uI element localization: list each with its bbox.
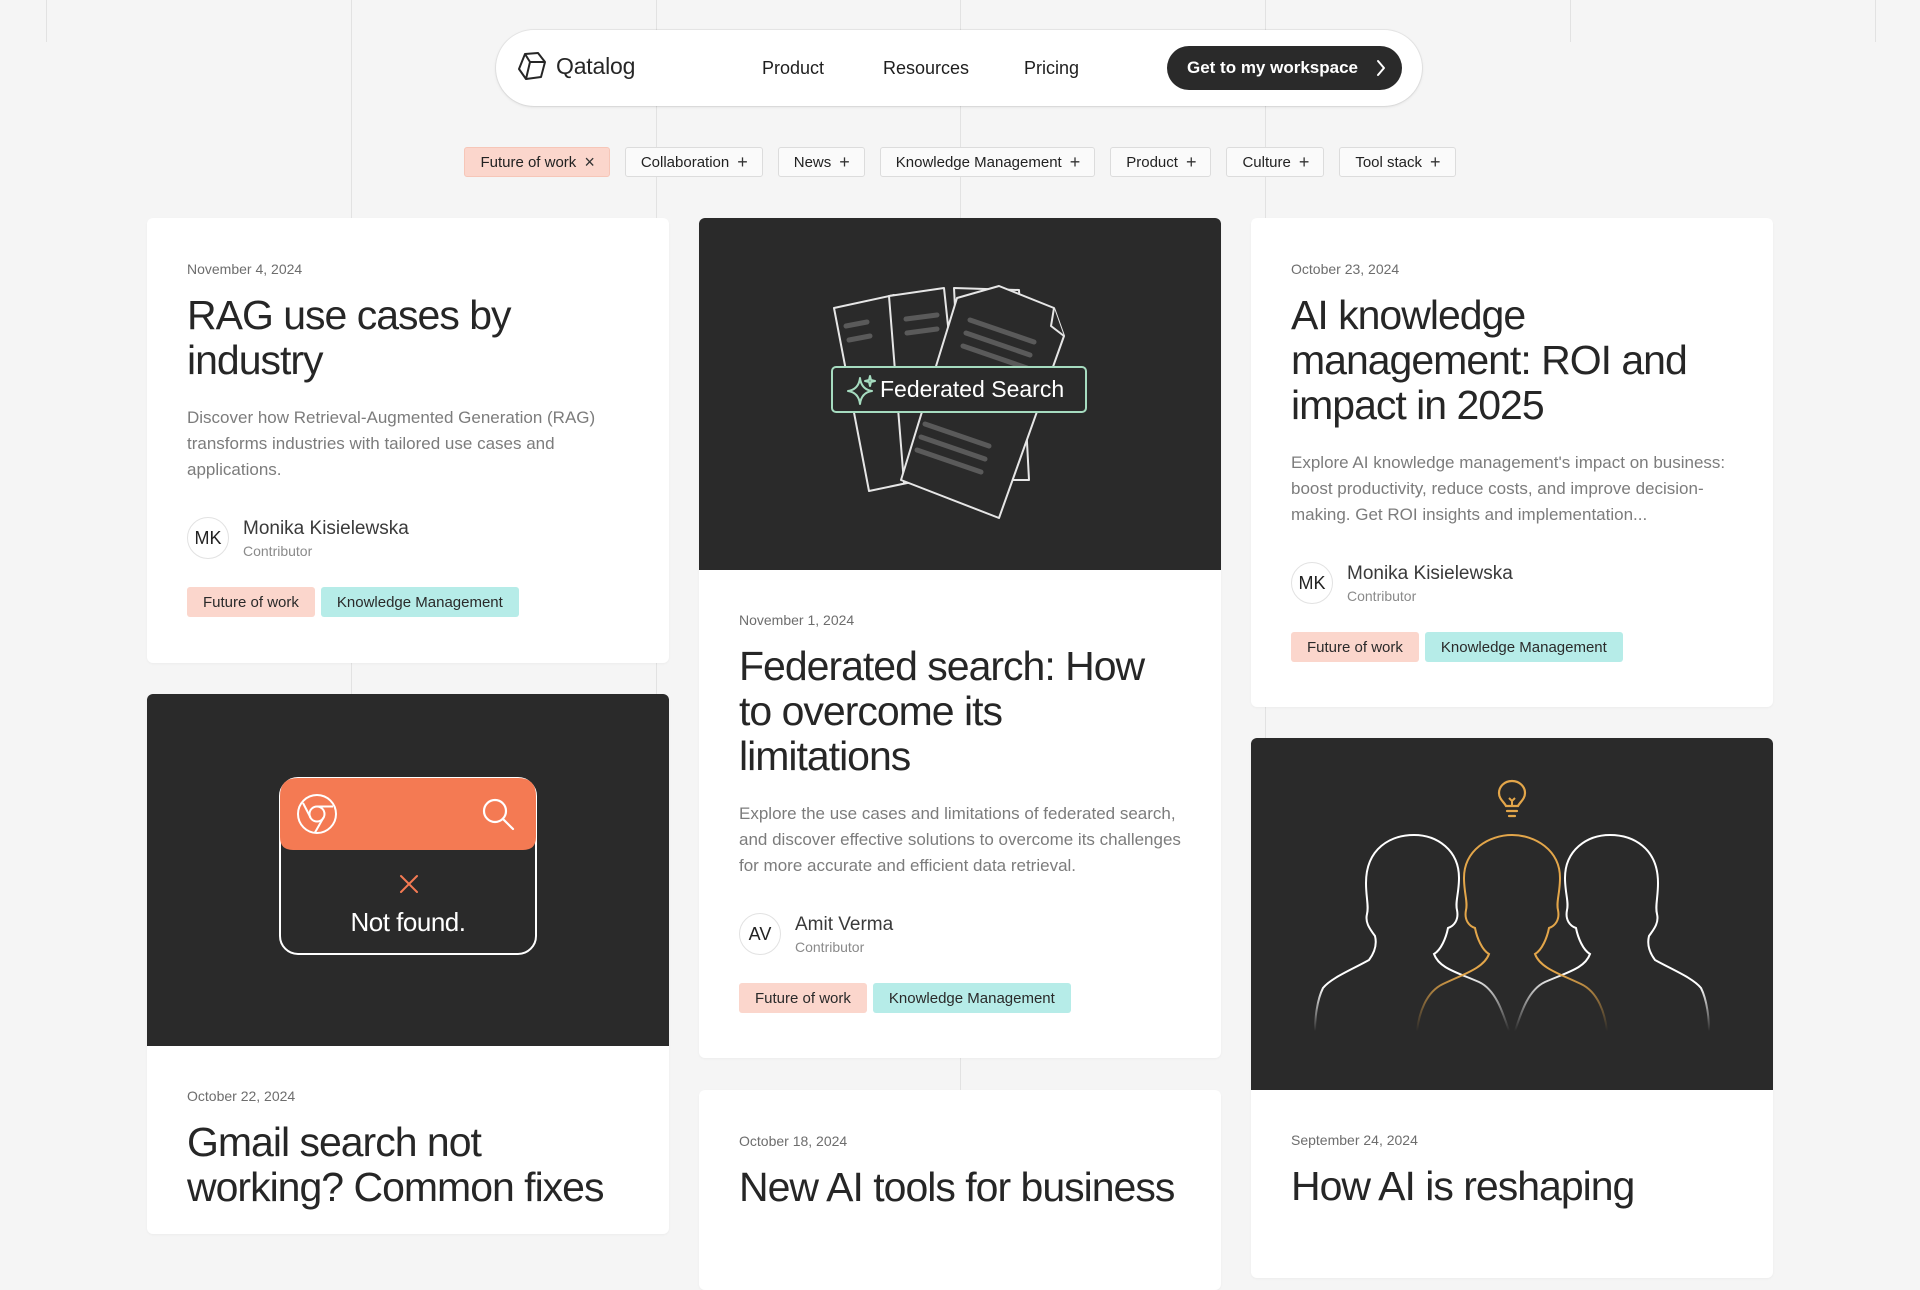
brand-logo[interactable]: Qatalog bbox=[516, 50, 635, 82]
author-name: Monika Kisielewska bbox=[1347, 562, 1513, 584]
article-illustration: Not found. bbox=[147, 694, 669, 1046]
brand-name: Qatalog bbox=[556, 52, 636, 79]
plus-icon: + bbox=[839, 152, 850, 172]
close-icon[interactable]: × bbox=[584, 153, 595, 171]
tag-list: Future of work Knowledge Management bbox=[1291, 632, 1733, 662]
article-card-new-ai-tools[interactable]: October 18, 2024 New AI tools for busine… bbox=[699, 1090, 1221, 1290]
avatar: MK bbox=[1291, 562, 1333, 604]
plus-icon: + bbox=[1185, 152, 1197, 172]
article-card-gmail-search[interactable]: Not found. October 22, 2024 Gmail search… bbox=[147, 694, 669, 1234]
article-date: September 24, 2024 bbox=[1291, 1132, 1418, 1148]
grid-line bbox=[46, 0, 47, 42]
author: MK Monika Kisielewska Contributor bbox=[1291, 562, 1733, 604]
tag-knowledge-management[interactable]: Knowledge Management bbox=[320, 587, 519, 617]
filter-chip-label: Tool stack bbox=[1355, 153, 1423, 171]
author-role: Contributor bbox=[1347, 587, 1417, 604]
tag-future-of-work[interactable]: Future of work bbox=[187, 587, 315, 617]
filter-chip-label: Knowledge Management bbox=[895, 153, 1062, 171]
filter-chip-label: Culture bbox=[1242, 153, 1291, 171]
tag-list: Future of work Knowledge Management bbox=[187, 587, 629, 617]
filter-bar: Future of work × Collaboration + News + … bbox=[0, 147, 1920, 177]
filter-chip-tool-stack[interactable]: Tool stack + bbox=[1339, 147, 1456, 177]
author-name: Amit Verma bbox=[795, 913, 894, 935]
author-role: Contributor bbox=[243, 542, 313, 559]
grid-line bbox=[1875, 0, 1876, 42]
grid-line bbox=[1570, 0, 1571, 42]
article-date: October 18, 2024 bbox=[739, 1133, 848, 1149]
tag-future-of-work[interactable]: Future of work bbox=[739, 983, 867, 1013]
tag-list: Future of work Knowledge Management bbox=[739, 983, 1181, 1013]
nav-link-product[interactable]: Product bbox=[762, 58, 824, 79]
plus-icon: + bbox=[1430, 152, 1441, 172]
article-description: Explore AI knowledge management's impact… bbox=[1291, 453, 1726, 524]
article-title[interactable]: AI knowledge management: ROI and impact … bbox=[1291, 293, 1711, 428]
nav-link-pricing[interactable]: Pricing bbox=[1024, 58, 1079, 79]
author-role: Contributor bbox=[795, 938, 865, 955]
article-illustration: Federated Search bbox=[699, 218, 1221, 570]
search-icon bbox=[482, 798, 515, 831]
qatalog-logo-icon bbox=[518, 52, 546, 80]
article-title[interactable]: How AI is reshaping bbox=[1291, 1164, 1731, 1209]
article-title[interactable]: RAG use cases by industry bbox=[187, 293, 567, 383]
filter-chip-knowledge-management[interactable]: Knowledge Management + bbox=[879, 147, 1096, 177]
chrome-icon bbox=[297, 794, 337, 834]
plus-icon: + bbox=[737, 152, 748, 172]
article-card-federated-search[interactable]: Federated Search November 1, 2024 Federa… bbox=[699, 218, 1221, 1058]
filter-chip-collaboration[interactable]: Collaboration + bbox=[624, 147, 763, 177]
author-name: Monika Kisielewska bbox=[243, 517, 409, 539]
filter-chip-label: News bbox=[793, 153, 832, 171]
article-illustration bbox=[1251, 738, 1773, 1090]
article-date: October 23, 2024 bbox=[1291, 261, 1400, 277]
filter-chip-news[interactable]: News + bbox=[777, 147, 865, 177]
browser-not-found-illustration bbox=[279, 777, 537, 955]
article-card-how-ai-reshaping[interactable]: September 24, 2024 How AI is reshaping bbox=[1251, 738, 1773, 1278]
article-description: Discover how Retrieval-Augmented Generat… bbox=[187, 408, 596, 479]
plus-icon: + bbox=[1298, 152, 1310, 172]
federated-search-label: Federated Search bbox=[880, 376, 1065, 402]
nav-link-resources[interactable]: Resources bbox=[883, 58, 969, 79]
article-title[interactable]: New AI tools for business bbox=[739, 1165, 1199, 1210]
article-description: Explore the use cases and limitations of… bbox=[739, 804, 1181, 875]
filter-chip-culture[interactable]: Culture + bbox=[1226, 147, 1325, 177]
workspace-button-label: Get to my workspace bbox=[1186, 58, 1358, 77]
workspace-button[interactable]: Get to my workspace bbox=[1166, 46, 1402, 90]
article-date: November 4, 2024 bbox=[187, 261, 303, 277]
not-found-label: Not found. bbox=[350, 907, 466, 937]
article-card-rag[interactable]: November 4, 2024 RAG use cases by indust… bbox=[147, 218, 669, 663]
lightbulb-icon bbox=[1497, 779, 1527, 818]
article-date: October 22, 2024 bbox=[187, 1088, 296, 1104]
close-icon bbox=[400, 875, 418, 893]
filter-chip-label: Collaboration bbox=[640, 153, 730, 171]
author: AV Amit Verma Contributor bbox=[739, 913, 1181, 955]
article-card-ai-knowledge-management[interactable]: October 23, 2024 AI knowledge management… bbox=[1251, 218, 1773, 707]
filter-chip-future-of-work[interactable]: Future of work × bbox=[464, 147, 610, 177]
author: MK Monika Kisielewska Contributor bbox=[187, 517, 629, 559]
article-title[interactable]: Federated search: How to overcome its li… bbox=[739, 644, 1159, 779]
filter-chip-label: Future of work bbox=[480, 153, 577, 171]
avatar: AV bbox=[739, 913, 781, 955]
filter-chip-label: Product bbox=[1126, 153, 1178, 171]
plus-icon: + bbox=[1069, 152, 1081, 172]
filter-chip-product[interactable]: Product + bbox=[1110, 147, 1212, 177]
article-date: November 1, 2024 bbox=[739, 612, 855, 628]
tag-knowledge-management[interactable]: Knowledge Management bbox=[1424, 632, 1623, 662]
tag-knowledge-management[interactable]: Knowledge Management bbox=[872, 983, 1071, 1013]
top-navigation: Qatalog Product Resources Pricing Get to… bbox=[496, 30, 1422, 106]
article-title[interactable]: Gmail search not working? Common fixes bbox=[187, 1120, 627, 1210]
chevron-right-icon bbox=[1377, 60, 1385, 76]
tag-future-of-work[interactable]: Future of work bbox=[1291, 632, 1419, 662]
avatar: MK bbox=[187, 517, 229, 559]
